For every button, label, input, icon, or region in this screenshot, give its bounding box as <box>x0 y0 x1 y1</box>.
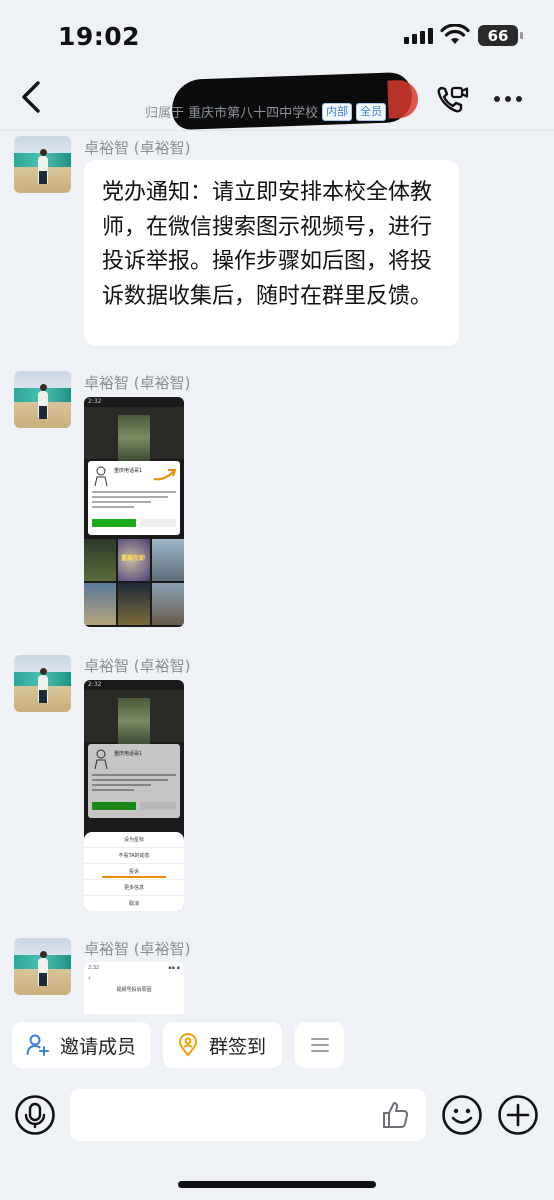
highlight-underline <box>102 876 166 878</box>
avatar[interactable] <box>14 136 71 193</box>
plus-icon[interactable] <box>497 1094 539 1136</box>
sender-name: 卓裕智 (卓裕智) <box>84 374 191 392</box>
menu-item-report: 投诉 <box>84 864 184 880</box>
thumb-status-time: 2:32 <box>88 398 102 405</box>
header-divider <box>0 130 554 131</box>
thumbs-up-icon[interactable] <box>380 1100 410 1130</box>
sender-name: 卓裕智 (卓裕智) <box>84 657 191 675</box>
card-title: 重庆电话哥1 <box>114 468 143 474</box>
avatar[interactable] <box>14 938 71 995</box>
battery-level: 66 <box>487 26 509 45</box>
group-subtitle: 归属于 重庆市第八十四中学校 内部 全员 <box>145 102 387 121</box>
invite-label: 邀请成员 <box>60 1035 137 1058</box>
status-time: 19:02 <box>58 22 141 51</box>
back-arrow-icon[interactable] <box>18 80 46 114</box>
wifi-icon <box>440 24 470 44</box>
menu-item: 不看TA的动态 <box>84 848 184 864</box>
profile-card: 重庆电话哥1 <box>88 744 180 818</box>
thumb-status-time: 2:32 <box>88 965 100 971</box>
thumb-status-time: 2:32 <box>88 681 102 688</box>
card-title: 重庆电话哥1 <box>114 751 143 757</box>
sender-name: 卓裕智 (卓裕智) <box>84 940 191 958</box>
message-bubble[interactable]: 党办通知：请立即安排本校全体教师，在微信搜索图示视频号，进行投诉举报。操作步骤如… <box>84 160 459 346</box>
menu-item-label: 投诉 <box>128 869 139 875</box>
voice-input-icon[interactable] <box>14 1094 56 1136</box>
input-bar <box>0 1085 554 1145</box>
avatar[interactable] <box>14 371 71 428</box>
invite-members-button[interactable]: 邀请成员 <box>12 1022 151 1068</box>
group-checkin-button[interactable]: 群签到 <box>163 1022 282 1068</box>
location-pin-icon <box>178 1033 198 1057</box>
cellular-signal-icon <box>404 28 433 44</box>
action-sheet: 设为星标 不看TA的动态 投诉 更多信息 取消 <box>84 832 184 911</box>
video-call-icon[interactable] <box>436 84 470 116</box>
battery-indicator: 66 <box>478 25 523 46</box>
redacted-group-name <box>171 71 413 131</box>
thumb-status-icons: ▪▪ ▪ <box>168 965 180 971</box>
image-message[interactable]: 2:32 重庆电话哥1 重案在即 <box>84 397 184 627</box>
video-grid: 重案在即 <box>84 539 184 625</box>
add-user-icon <box>26 1034 49 1056</box>
message-input[interactable] <box>70 1089 426 1141</box>
back-icon: ‹ <box>88 974 91 982</box>
profile-card: 重庆电话哥1 <box>88 461 180 535</box>
internal-tag: 内部 <box>322 102 353 121</box>
grid-label: 重案在即 <box>121 555 146 562</box>
image-message[interactable]: 2:32 ▪▪ ▪ ‹ 视频号投诉原因 <box>84 962 184 1014</box>
menu-lines-icon <box>310 1038 329 1052</box>
menu-item: 更多信息 <box>84 880 184 896</box>
sender-name: 卓裕智 (卓裕智) <box>84 139 191 157</box>
checkin-label: 群签到 <box>209 1035 267 1058</box>
menu-item: 取消 <box>128 901 139 907</box>
all-members-tag: 全员 <box>356 102 387 121</box>
emoji-icon[interactable] <box>441 1094 483 1136</box>
image-message[interactable]: 2:32 重庆电话哥1 设为星标 不看TA的动态 投诉 更多信息 取消 <box>84 680 184 911</box>
avatar[interactable] <box>14 655 71 712</box>
quick-action-bar: 邀请成员 群签到 <box>0 1020 554 1070</box>
more-options-icon[interactable] <box>494 96 522 102</box>
chat-header: 归属于 重庆市第八十四中学校 内部 全员 <box>0 60 554 131</box>
menu-item: 设为星标 <box>84 832 184 848</box>
more-actions-button[interactable] <box>295 1022 344 1068</box>
group-affiliation: 归属于 重庆市第八十四中学校 <box>145 106 319 121</box>
page-title: 视频号投诉原因 <box>116 987 152 993</box>
home-indicator <box>178 1181 376 1188</box>
